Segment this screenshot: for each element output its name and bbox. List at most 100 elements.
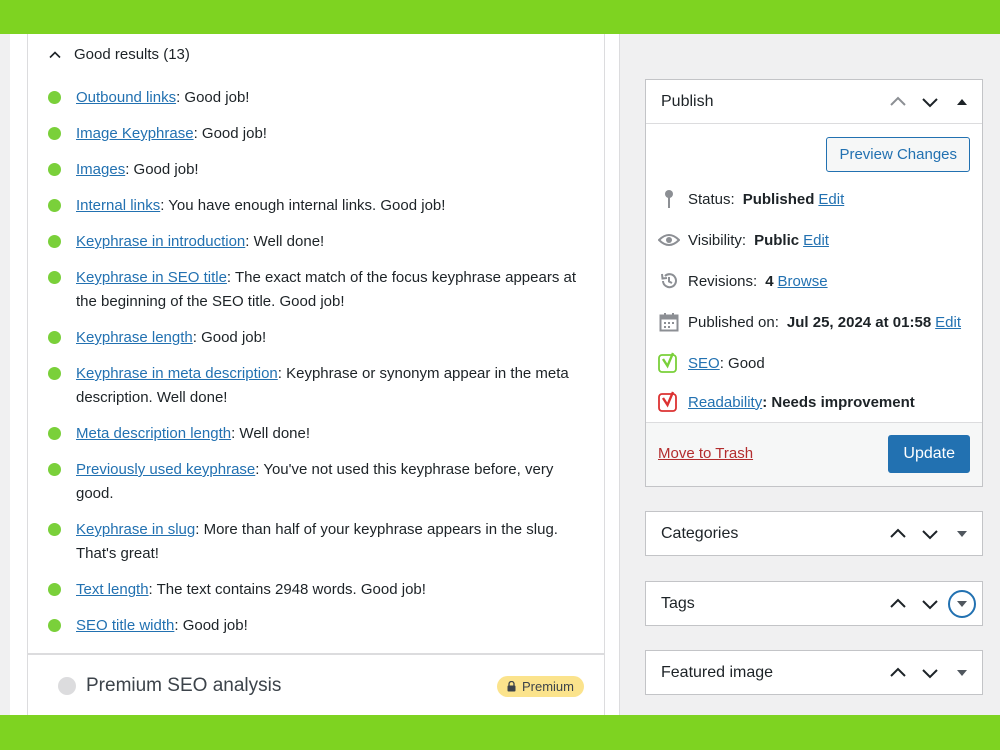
good-bullet-icon — [48, 463, 61, 476]
featured-image-title: Featured image — [661, 663, 774, 681]
yoast-bad-icon — [658, 391, 680, 413]
readability-value: : Needs improvement — [762, 393, 915, 411]
seo-score-row: SEO: Good — [658, 352, 765, 374]
revisions-row: Revisions: 4 Browse — [658, 270, 828, 292]
move-down-button[interactable] — [916, 659, 944, 687]
visibility-value: Public — [754, 231, 800, 249]
move-down-button[interactable] — [916, 88, 944, 116]
move-up-button[interactable] — [884, 659, 912, 687]
good-bullet-icon — [48, 163, 61, 176]
bottom-green-band — [0, 715, 1000, 750]
result-link[interactable]: Meta description length — [76, 425, 231, 442]
seo-analysis-panel: Good results (13) Outbound links: Good j… — [27, 34, 605, 654]
result-item: Previously used keyphrase: You've not us… — [48, 458, 578, 506]
chevron-up-icon — [890, 598, 906, 608]
result-text: : Well done! — [231, 425, 311, 442]
pin-icon — [658, 188, 680, 210]
browse-revisions-link[interactable]: Browse — [778, 273, 828, 290]
edit-date-link[interactable]: Edit — [935, 314, 961, 331]
seo-score-value: : Good — [719, 354, 765, 372]
move-down-button[interactable] — [916, 590, 944, 618]
result-link[interactable]: Keyphrase in slug — [76, 521, 195, 538]
result-link[interactable]: Previously used keyphrase — [76, 461, 255, 478]
result-item: Keyphrase in SEO title: The exact match … — [48, 266, 578, 314]
good-results-title: Good results (13) — [74, 46, 190, 63]
editor-screen: Good results (13) Outbound links: Good j… — [0, 34, 1000, 715]
result-text: : Good job! — [174, 617, 248, 634]
toggle-panel-button[interactable] — [948, 659, 976, 687]
good-results-toggle[interactable]: Good results (13) — [48, 46, 190, 63]
result-link[interactable]: Internal links — [76, 197, 160, 214]
featured-image-box: Featured image — [645, 650, 983, 695]
move-up-button[interactable] — [884, 590, 912, 618]
tags-header: Tags — [646, 582, 982, 626]
result-link[interactable]: Keyphrase in SEO title — [76, 269, 227, 286]
result-item: Text length: The text contains 2948 word… — [48, 578, 578, 602]
caret-down-icon — [957, 531, 967, 537]
edit-visibility-link[interactable]: Edit — [803, 232, 829, 249]
calendar-icon — [658, 311, 680, 333]
update-button[interactable]: Update — [888, 435, 970, 473]
good-bullet-icon — [48, 331, 61, 344]
result-link[interactable]: Text length — [76, 581, 149, 598]
featured-image-header: Featured image — [646, 651, 982, 695]
result-text: : Well done! — [245, 233, 325, 250]
result-item: Keyphrase in introduction: Well done! — [48, 230, 578, 254]
history-icon — [658, 270, 680, 292]
result-link[interactable]: Keyphrase in introduction — [76, 233, 245, 250]
good-results-list: Outbound links: Good job! Image Keyphras… — [48, 86, 578, 650]
published-on-label: Published on: — [688, 313, 779, 331]
result-link[interactable]: Keyphrase length — [76, 329, 193, 346]
premium-badge: Premium — [496, 676, 584, 697]
result-link[interactable]: Image Keyphrase — [76, 125, 194, 142]
featured-image-controls — [884, 651, 976, 695]
eye-icon — [658, 229, 680, 251]
result-item: Keyphrase in slug: More than half of you… — [48, 518, 578, 566]
premium-seo-analysis-row[interactable]: Premium SEO analysis Premium — [27, 654, 605, 715]
caret-down-icon — [957, 670, 967, 676]
result-text: : You have enough internal links. Good j… — [160, 197, 446, 214]
chevron-down-icon — [922, 669, 938, 679]
good-bullet-icon — [48, 235, 61, 248]
chevron-down-icon — [922, 98, 938, 108]
result-item: Outbound links: Good job! — [48, 86, 578, 110]
publishing-actions: Move to Trash Update — [646, 422, 982, 486]
toggle-panel-button[interactable] — [948, 520, 976, 548]
result-text: : Good job! — [192, 329, 267, 346]
premium-seo-title: Premium SEO analysis — [86, 675, 282, 696]
result-link[interactable]: Images — [76, 161, 125, 178]
toggle-panel-button[interactable] — [948, 88, 976, 116]
result-item: Images: Good job! — [48, 158, 578, 182]
good-bullet-icon — [48, 127, 61, 140]
main-column: Good results (13) Outbound links: Good j… — [10, 34, 620, 715]
tags-controls — [884, 582, 976, 626]
chevron-up-icon — [890, 528, 906, 538]
chevron-down-icon — [922, 600, 938, 610]
toggle-panel-button[interactable] — [948, 590, 976, 618]
result-link[interactable]: Outbound links — [76, 89, 176, 106]
result-item: Internal links: You have enough internal… — [48, 194, 578, 218]
good-bullet-icon — [48, 367, 61, 380]
seo-link[interactable]: SEO — [688, 355, 720, 372]
revisions-value: 4 — [765, 272, 774, 290]
result-item: Keyphrase length: Good job! — [48, 326, 578, 350]
result-item: SEO title width: Good job! — [48, 614, 578, 638]
readability-row: Readability: Needs improvement — [658, 391, 915, 413]
move-down-button[interactable] — [916, 520, 944, 548]
revisions-label: Revisions: — [688, 272, 758, 290]
edit-status-link[interactable]: Edit — [818, 191, 844, 208]
preview-changes-button[interactable]: Preview Changes — [826, 137, 970, 172]
published-on-row: Published on: Jul 25, 2024 at 01:58 Edit — [658, 311, 961, 333]
good-bullet-icon — [48, 271, 61, 284]
publish-box-header: Publish — [646, 80, 982, 124]
move-up-button[interactable] — [884, 520, 912, 548]
result-link[interactable]: Keyphrase in meta description — [76, 365, 278, 382]
publish-box: Publish Preview Changes Status: Publishe… — [645, 79, 983, 487]
move-up-button[interactable] — [884, 88, 912, 116]
readability-link[interactable]: Readability — [688, 394, 762, 411]
result-link[interactable]: SEO title width — [76, 617, 174, 634]
inactive-circle-icon — [58, 677, 76, 695]
move-to-trash-link[interactable]: Move to Trash — [658, 445, 753, 462]
visibility-row: Visibility: Public Edit — [658, 229, 829, 251]
chevron-up-icon — [890, 667, 906, 677]
